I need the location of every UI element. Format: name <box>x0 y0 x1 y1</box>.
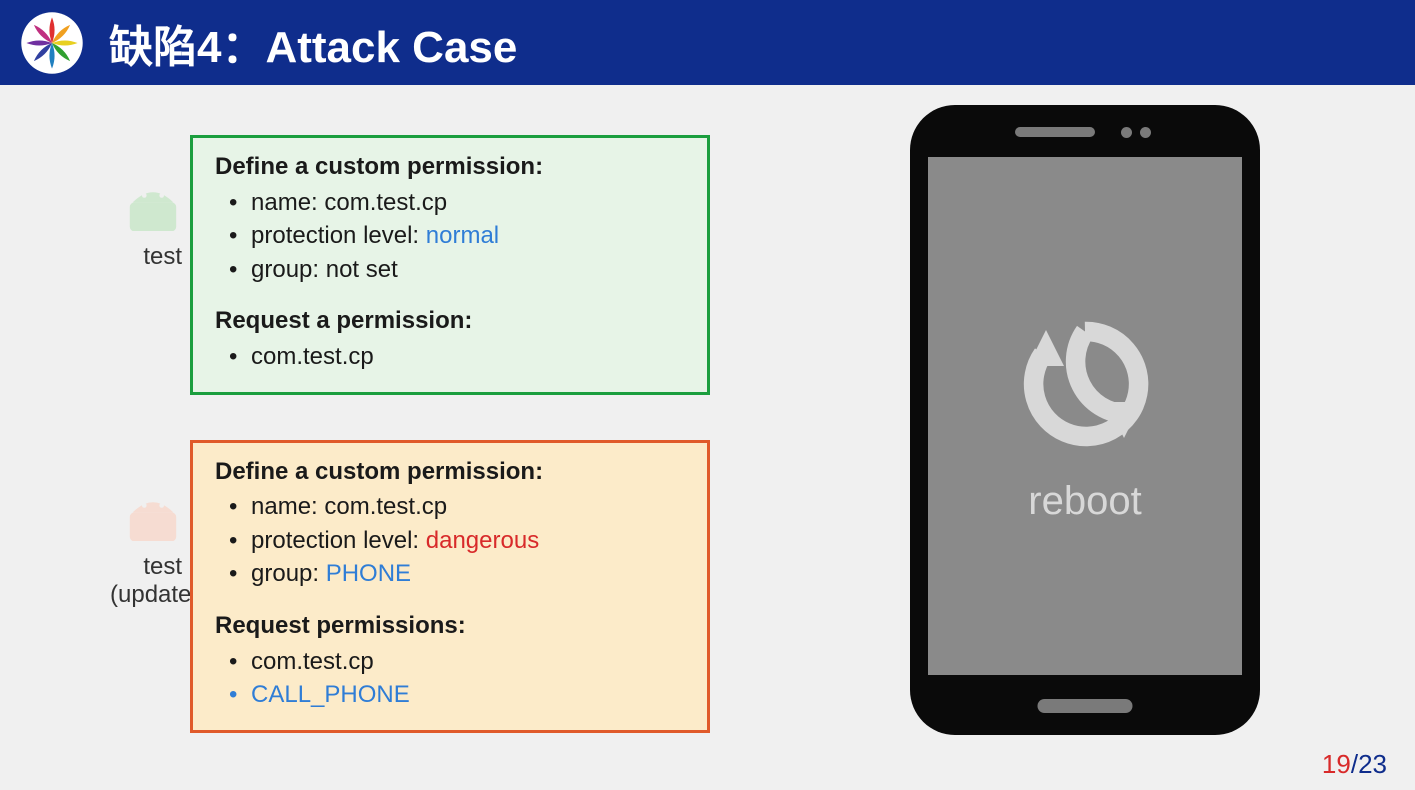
phone-screen-text: reboot <box>1028 479 1141 524</box>
app-block-updated: test (updated) Define a custom permissio… <box>110 440 810 733</box>
protection-dangerous: dangerous <box>426 527 539 554</box>
app-label-updated: test (updated) <box>110 440 190 609</box>
phone-home-button <box>1038 699 1133 713</box>
android-icon-faded <box>124 495 182 545</box>
permission-box-updated: Define a custom permission: name: com.te… <box>190 440 710 733</box>
request-item: com.test.cp <box>229 340 685 374</box>
android-icon <box>124 185 182 235</box>
perm-name-row-2: name: com.test.cp <box>229 490 685 524</box>
phone-frame: reboot <box>910 105 1260 735</box>
app-label-text-1: test <box>143 553 182 580</box>
perm-group-row-2: group: PHONE <box>229 557 685 591</box>
phone-screen: reboot <box>928 157 1242 675</box>
slide-header: 缺陷4：Attack Case <box>0 0 1415 85</box>
phone-earpiece <box>1015 127 1095 137</box>
define-heading: Define a custom permission: <box>215 150 685 184</box>
app-label-text: test <box>143 243 182 270</box>
phone-sensors <box>1121 127 1151 138</box>
app-label: test <box>110 135 190 271</box>
reboot-icon <box>1010 309 1160 459</box>
request-heading-2: Request permissions: <box>215 609 685 643</box>
left-column: test Define a custom permission: name: c… <box>110 135 810 778</box>
request-heading: Request a permission: <box>215 304 685 338</box>
app-block-test: test Define a custom permission: name: c… <box>110 135 810 395</box>
perm-protection-row: protection level: normal <box>229 219 685 253</box>
page-counter: 19/23 <box>1322 749 1387 780</box>
perm-group-row: group: not set <box>229 253 685 287</box>
page-current: 19 <box>1322 749 1351 779</box>
protection-normal: normal <box>426 222 499 249</box>
perm-name-row: name: com.test.cp <box>229 186 685 220</box>
page-separator: / <box>1351 749 1358 779</box>
perm-protection-row-2: protection level: dangerous <box>229 524 685 558</box>
inforsec-logo <box>20 11 84 75</box>
define-heading-2: Define a custom permission: <box>215 455 685 489</box>
phone-illustration-wrap: reboot <box>910 105 1260 735</box>
group-phone: PHONE <box>326 560 411 587</box>
request-item-2: CALL_PHONE <box>229 678 685 712</box>
page-total: 23 <box>1358 749 1387 779</box>
slide-title: 缺陷4：Attack Case <box>109 11 517 75</box>
permission-box-original: Define a custom permission: name: com.te… <box>190 135 710 395</box>
request-item-1: com.test.cp <box>229 645 685 679</box>
